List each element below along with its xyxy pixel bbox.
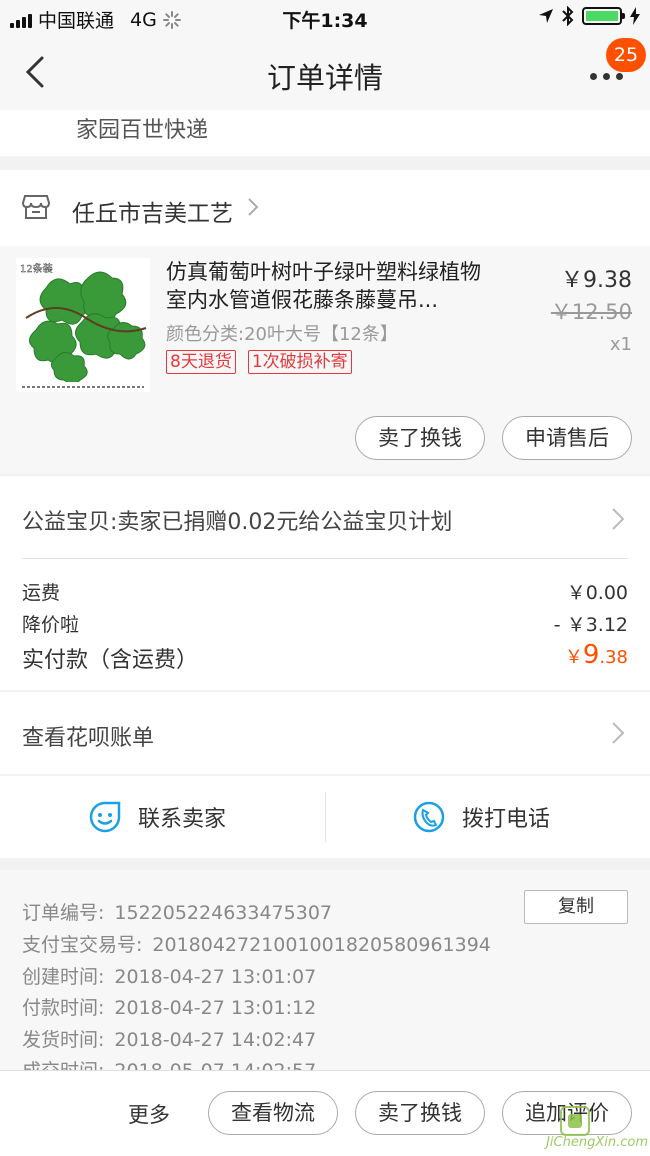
contact-bar: 联系卖家 拨打电话 xyxy=(0,776,650,858)
courier-name: 家园百世快递 xyxy=(76,118,209,143)
product-sku: 颜色分类:20叶大号【12条】 xyxy=(166,324,398,345)
paid-time: 2018-04-27 13:01:12 xyxy=(114,997,317,1019)
shipping-card: 家园百世快递 xyxy=(0,110,650,156)
chat-smiley-icon xyxy=(89,801,121,833)
shop-header[interactable]: 任丘市吉美工艺 xyxy=(0,170,650,246)
phone-icon xyxy=(413,801,445,833)
more-menu-button[interactable]: 25 xyxy=(586,38,646,96)
info-key: 成交时间: xyxy=(22,1056,104,1070)
product-quantity: x1 xyxy=(609,334,632,355)
info-key: 订单编号: xyxy=(22,902,105,924)
shop-icon xyxy=(22,195,50,219)
product-title[interactable]: 仿真葡萄叶树叶子绿叶塑料绿植物室内水管道假花藤条藤蔓吊... xyxy=(166,258,496,314)
page-title: 订单详情 xyxy=(266,61,383,95)
info-key: 发货时间: xyxy=(22,1029,105,1051)
product-image[interactable]: 12条装 xyxy=(16,258,150,392)
chevron-right-icon xyxy=(248,198,259,216)
shipping-fee-label: 运费 xyxy=(22,582,61,604)
charity-text[interactable]: 公益宝贝:卖家已捐赠0.02元给公益宝贝计划 xyxy=(22,504,452,536)
site-watermark: JiChengXin.com xyxy=(528,1104,648,1150)
completed-time: 2018-05-07 14:02:57 xyxy=(114,1060,316,1070)
discount-label: 降价啦 xyxy=(22,614,80,636)
shipping-fee-value: ￥0.00 xyxy=(566,582,628,604)
huabei-bill-row[interactable]: 查看花呗账单 xyxy=(0,692,650,774)
bluetooth-icon xyxy=(562,6,574,26)
chevron-right-icon xyxy=(612,508,625,530)
shop-name: 任丘市吉美工艺 xyxy=(72,201,233,227)
huabei-label: 查看花呗账单 xyxy=(22,726,155,751)
completed-time-row: 成交时间: 2018-05-07 14:02:57 xyxy=(22,1056,316,1070)
call-phone-label: 拨打电话 xyxy=(462,807,551,832)
nav-bar: 订单详情 25 xyxy=(0,36,650,110)
bottom-action-bar: 更多 查看物流 卖了换钱 追加评价 JiChengXin.com xyxy=(0,1070,650,1156)
product-item[interactable]: 12条装 仿真葡萄叶树叶子绿叶塑料绿植物室内水管道假花藤条藤蔓吊... 颜色分类… xyxy=(0,246,650,474)
info-key: 付款时间: xyxy=(22,997,105,1019)
after-sale-button[interactable]: 申请售后 xyxy=(502,416,632,460)
shipped-time-row: 发货时间: 2018-04-27 14:02:47 xyxy=(22,1025,316,1052)
view-logistics-button[interactable]: 查看物流 xyxy=(208,1091,338,1135)
copy-order-number-button[interactable]: 复制 xyxy=(524,890,628,924)
more-dots-icon xyxy=(590,73,623,80)
watermark-text: JiChengXin.com xyxy=(546,1135,648,1150)
divider xyxy=(325,792,326,842)
created-time: 2018-04-27 13:01:07 xyxy=(114,966,317,988)
order-number-row: 订单编号: 152205224633475307 xyxy=(22,898,332,925)
order-info: 订单编号: 152205224633475307 支付宝交易号: 201804272… xyxy=(0,870,650,1070)
chevron-right-icon xyxy=(612,722,625,744)
total-decimal: .38 xyxy=(599,647,628,668)
watermark-logo-icon xyxy=(560,1106,590,1136)
contact-seller-button[interactable]: 联系卖家 xyxy=(88,776,226,858)
message-count-badge: 25 xyxy=(606,38,646,72)
shipped-time: 2018-04-27 14:02:47 xyxy=(114,1029,317,1051)
status-bar: 中国联通 4G 下午1:34 xyxy=(0,0,650,36)
product-price: ￥9.38 xyxy=(561,268,632,293)
call-phone-button[interactable]: 拨打电话 xyxy=(412,776,550,858)
total-paid-value: ￥9.38 xyxy=(565,640,628,670)
created-time-row: 创建时间: 2018-04-27 13:01:07 xyxy=(22,962,316,989)
damage-policy-tag: 1次破损补寄 xyxy=(247,350,352,374)
info-key: 创建时间: xyxy=(22,966,105,988)
charging-icon xyxy=(630,7,640,25)
charity-and-fees: 公益宝贝:卖家已捐赠0.02元给公益宝贝计划 运费 ￥0.00 降价啦 - ￥3… xyxy=(0,476,650,690)
divider xyxy=(22,558,628,559)
location-icon xyxy=(539,9,553,23)
order-number: 152205224633475307 xyxy=(114,902,332,924)
return-policy-tag: 8天退货 xyxy=(166,350,236,374)
discount-value: - ￥3.12 xyxy=(553,614,628,636)
product-original-price: ￥12.50 xyxy=(550,300,632,324)
grape-leaf-image: 12条装 xyxy=(16,258,150,392)
alipay-trade-row: 支付宝交易号: 2018042721001001820580961394 xyxy=(22,930,491,957)
contact-seller-label: 联系卖家 xyxy=(138,807,227,832)
battery-icon xyxy=(582,7,625,25)
alipay-trade-number: 2018042721001001820580961394 xyxy=(152,934,491,956)
more-actions-button[interactable]: 更多 xyxy=(128,1099,170,1129)
sell-for-cash-bottom-button[interactable]: 卖了换钱 xyxy=(355,1091,485,1135)
total-integer: 9 xyxy=(582,640,600,670)
image-label: 12条装 xyxy=(20,262,53,275)
total-paid-label: 实付款（含运费） xyxy=(22,648,199,673)
info-key: 支付宝交易号: xyxy=(22,934,143,956)
paid-time-row: 付款时间: 2018-04-27 13:01:12 xyxy=(22,993,316,1020)
total-currency: ￥ xyxy=(564,647,583,668)
sell-for-cash-button[interactable]: 卖了换钱 xyxy=(355,416,485,460)
